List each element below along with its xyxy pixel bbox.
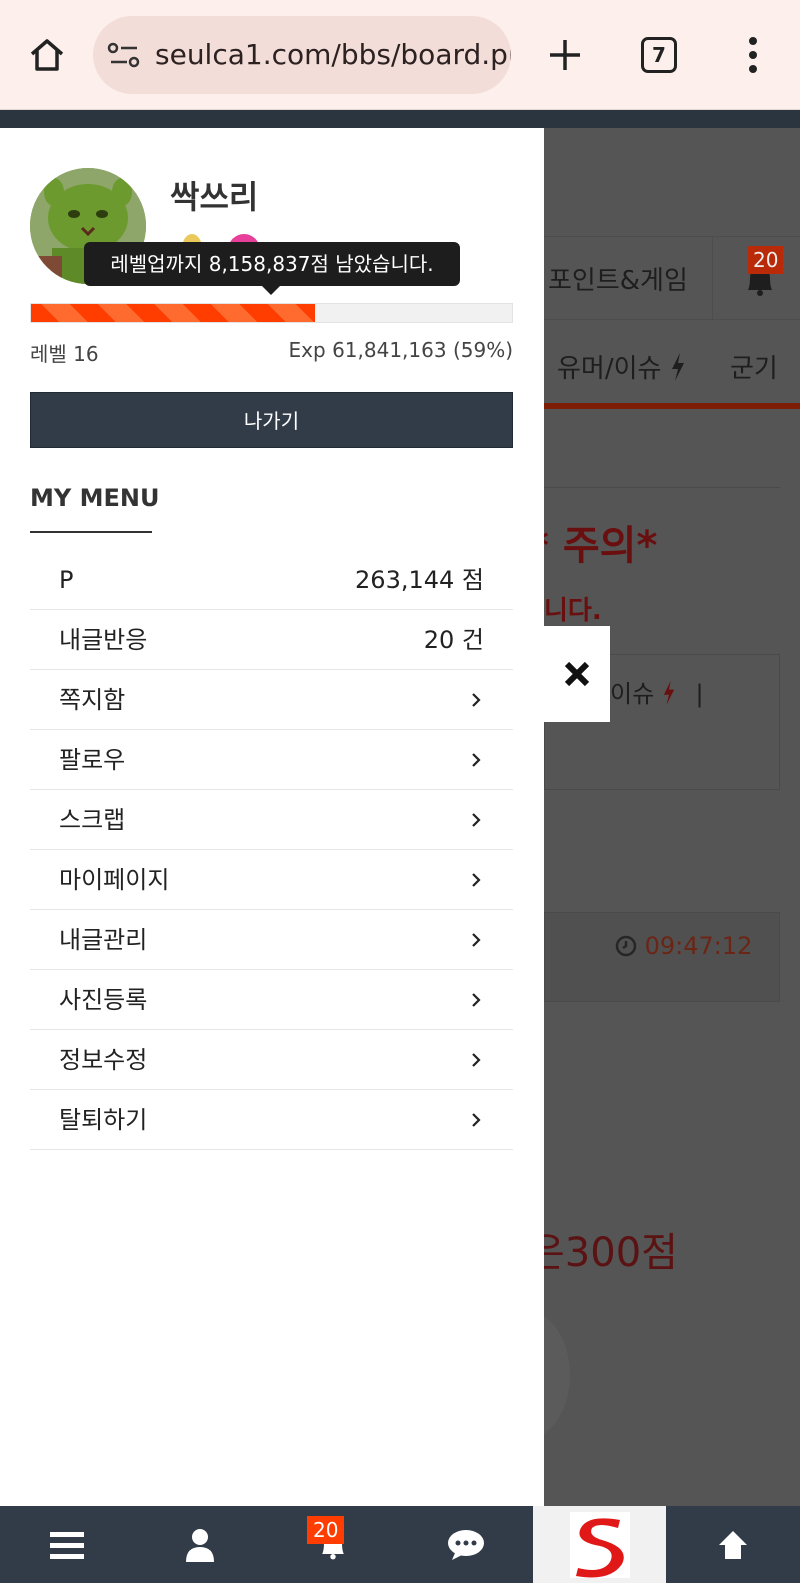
menu-item-reactions[interactable]: 내글반응 20 건 [30, 610, 513, 670]
info-box-label: 이슈 [610, 680, 655, 708]
tab-switcher-button[interactable]: 7 [641, 37, 677, 73]
menu-item-label: 정보수정 [59, 1046, 148, 1074]
menu-item-value: 263,144 점 [355, 566, 484, 594]
menu-item-label: 내글반응 [59, 626, 148, 654]
menu-item-withdraw[interactable]: 탈퇴하기 [30, 1090, 513, 1150]
browser-toolbar: seulca1.com/bbs/board.php 7 [0, 0, 800, 110]
menu-item-points[interactable]: P 263,144 점 [30, 550, 513, 610]
close-icon[interactable] [564, 661, 590, 687]
menu-item-label: 쪽지함 [59, 686, 126, 714]
warning-title: * 주의* [528, 523, 658, 569]
user-icon[interactable] [133, 1506, 266, 1583]
bottom-nav: 20 [0, 1506, 800, 1583]
site-logo[interactable] [533, 1506, 666, 1583]
side-drawer: 싹쓰리 레벨업까지 8,158,837점 남았습니다. 레벨 16 Exp 61… [0, 110, 544, 1506]
levelup-tooltip: 레벨업까지 8,158,837점 남았습니다. [84, 242, 460, 286]
chevron-right-icon [472, 813, 481, 827]
menu-item-scrap[interactable]: 스크랩 [30, 790, 513, 850]
mymenu-underline [30, 531, 152, 533]
menu-item-label: 스크랩 [59, 806, 126, 834]
chevron-right-icon [472, 993, 481, 1007]
menu-item-messages[interactable]: 쪽지함 [30, 670, 513, 730]
active-tab-underline [544, 403, 800, 409]
notification-badge: 20 [748, 246, 784, 274]
drawer-top-bar [0, 110, 544, 128]
chevron-right-icon [472, 1113, 481, 1127]
menu-item-label: 마이페이지 [59, 866, 170, 894]
site-settings-icon[interactable] [107, 40, 141, 70]
menubar-divider [712, 236, 713, 320]
menu-item-photo[interactable]: 사진등록 [30, 970, 513, 1030]
tab-humor: 유머/이슈 [557, 348, 686, 385]
menu-item-value: 20 건 [423, 626, 484, 654]
new-tab-icon[interactable] [540, 30, 590, 80]
info-box-text: 이슈 | [610, 674, 704, 709]
exp-label: Exp 61,841,163 (59%) [288, 338, 513, 362]
lightning-icon [671, 353, 684, 381]
chevron-right-icon [472, 1053, 481, 1067]
clock-icon [615, 935, 637, 957]
menu-item-follow[interactable]: 팔로우 [30, 730, 513, 790]
chevron-right-icon [472, 933, 481, 947]
menu-icon[interactable] [0, 1506, 133, 1583]
menu-item-my-posts[interactable]: 내글관리 [30, 910, 513, 970]
tab-army: 군기 [730, 354, 778, 384]
menu-item-label: 탈퇴하기 [59, 1106, 148, 1134]
username: 싹쓰리 [170, 178, 259, 216]
chevron-right-icon [472, 873, 481, 887]
nav-point-game: 포인트&게임 [548, 266, 688, 296]
exp-progress-bar [30, 303, 513, 323]
level-label: 레벨 16 [30, 342, 99, 366]
home-icon[interactable] [22, 30, 72, 80]
lightning-icon [663, 681, 674, 705]
chat-icon[interactable] [399, 1506, 533, 1583]
more-options-icon[interactable] [738, 30, 768, 80]
points-text: 은300점 [528, 1230, 678, 1276]
menu-item-mypage[interactable]: 마이페이지 [30, 850, 513, 910]
tooltip-arrow [262, 286, 280, 295]
exp-progress-fill [31, 304, 315, 322]
menu-item-edit-info[interactable]: 정보수정 [30, 1030, 513, 1090]
chevron-right-icon [472, 753, 481, 767]
mymenu-title: MY MENU [30, 484, 160, 512]
my-menu-list: P 263,144 점 내글반응 20 건 쪽지함 팔로우 스크랩 마이페이지 … [30, 550, 513, 1150]
arrow-up-icon[interactable] [666, 1506, 800, 1583]
address-bar[interactable]: seulca1.com/bbs/board.php [93, 16, 511, 94]
tab-humor-label: 유머/이슈 [557, 354, 662, 384]
menu-item-label: P [59, 566, 74, 594]
url-text[interactable]: seulca1.com/bbs/board.php [155, 16, 511, 94]
post-time-value: 09:47:12 [644, 932, 753, 960]
post-time: 09:47:12 [615, 932, 752, 960]
warning-subtitle: 니다. [544, 596, 602, 626]
menu-item-label: 사진등록 [59, 986, 148, 1014]
menu-item-label: 내글관리 [59, 926, 148, 954]
logout-button[interactable]: 나가기 [30, 392, 513, 448]
close-drawer-button[interactable] [544, 626, 610, 722]
chevron-right-icon [472, 693, 481, 707]
notification-badge: 20 [307, 1516, 345, 1544]
menu-item-label: 팔로우 [59, 746, 126, 774]
separator: | [695, 680, 704, 708]
divider [544, 487, 780, 488]
